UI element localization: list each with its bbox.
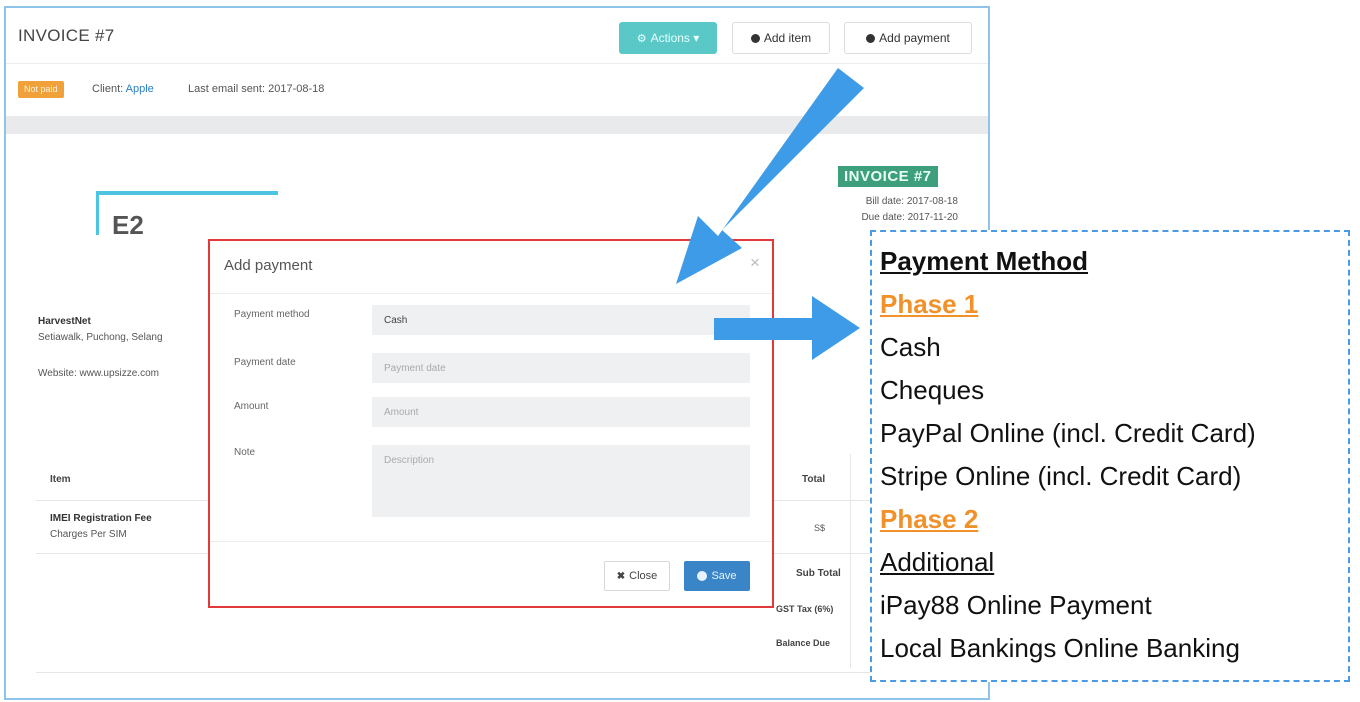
balance-due-label: Balance Due (776, 638, 831, 648)
add-item-button[interactable]: Add item (732, 22, 830, 54)
table-divider (36, 672, 966, 673)
logo-accent-bar (96, 191, 99, 235)
page-title: INVOICE #7 (18, 26, 115, 45)
phase-1-heading: Phase 1 (880, 289, 979, 319)
line-item-name: IMEI Registration Fee (50, 513, 152, 524)
invoice-number-badge: INVOICE #7 (838, 166, 938, 187)
modal-divider (210, 293, 772, 294)
gears-icon: ⚙ (636, 32, 647, 45)
company-website: Website: www.upsizze.com (38, 368, 159, 379)
status-badge: Not paid (18, 81, 64, 98)
payment-method-item: PayPal Online (incl. Credit Card) (880, 418, 1256, 448)
add-payment-label: Add payment (879, 31, 950, 45)
payment-method-item: Cash (880, 332, 941, 362)
sub-total-label: Sub Total (796, 568, 841, 579)
actions-label: Actions ▾ (650, 31, 700, 45)
payment-method-panel: Payment Method Phase 1 Cash Cheques PayP… (870, 230, 1350, 682)
table-column-divider (850, 454, 851, 668)
section-divider (6, 116, 988, 134)
payment-method-value: Cash (384, 314, 408, 326)
company-address: Setiawalk, Puchong, Selang (38, 332, 163, 343)
amount-label: Amount (234, 401, 269, 412)
save-button[interactable]: Save (684, 561, 750, 591)
note-label: Note (234, 447, 256, 458)
close-icon[interactable]: × (750, 253, 760, 273)
actions-dropdown-button[interactable]: ⚙ Actions ▾ (619, 22, 717, 54)
note-textarea[interactable] (372, 445, 750, 517)
company-name: HarvestNet (38, 316, 91, 327)
invoice-app-window: INVOICE #7 ⚙ Actions ▾ Add item Add paym… (4, 6, 990, 700)
line-item-description: Charges Per SIM (50, 529, 127, 540)
phase-2-heading: Phase 2 (880, 504, 979, 534)
amount-input[interactable] (372, 397, 750, 427)
check-circle-icon (697, 571, 708, 581)
client-link[interactable]: Apple (126, 83, 154, 95)
line-item-total: S$ (814, 523, 826, 533)
due-date: Due date: 2017-11-20 (861, 212, 958, 223)
modal-title: Add payment (224, 257, 313, 274)
bill-date: Bill date: 2017-08-18 (865, 196, 958, 207)
company-logo: E2 (112, 210, 144, 240)
chevron-down-icon: ▾ (733, 315, 738, 325)
modal-footer-divider (210, 541, 772, 542)
last-email-sent: Last email sent: 2017-08-18 (188, 83, 325, 95)
add-item-label: Add item (763, 31, 812, 45)
logo-accent-line (96, 191, 278, 195)
payment-method-item: iPay88 Online Payment (880, 590, 1152, 620)
payment-date-label: Payment date (234, 357, 296, 368)
add-payment-modal: Add payment × Payment method Cash ▾ Paym… (208, 239, 774, 608)
payment-method-item: Cheques (880, 375, 985, 405)
close-button[interactable]: ✖ Close (604, 561, 670, 591)
add-payment-button[interactable]: Add payment (844, 22, 972, 54)
payment-method-heading: Payment Method (880, 246, 1089, 276)
client-label: Client: (92, 83, 124, 95)
column-header-item: Item (50, 474, 71, 485)
column-header-total: Total (802, 474, 826, 485)
payment-method-label: Payment method (234, 309, 310, 320)
payment-method-item: Local Bankings Online Banking (880, 633, 1240, 663)
payment-method-item: Stripe Online (incl. Credit Card) (880, 461, 1242, 491)
x-icon: ✖ (616, 570, 626, 582)
plus-circle-icon (750, 33, 760, 43)
close-button-label: Close (629, 570, 658, 582)
client-info: Client: Apple (92, 83, 154, 95)
payment-date-input[interactable] (372, 353, 750, 383)
save-button-label: Save (711, 570, 737, 582)
plus-circle-icon (866, 33, 876, 43)
payment-method-select[interactable]: Cash ▾ (372, 305, 750, 335)
gst-tax-label: GST Tax (6%) (776, 604, 834, 614)
additional-heading: Additional (880, 547, 995, 577)
invoice-header: INVOICE #7 ⚙ Actions ▾ Add item Add paym… (6, 8, 988, 64)
